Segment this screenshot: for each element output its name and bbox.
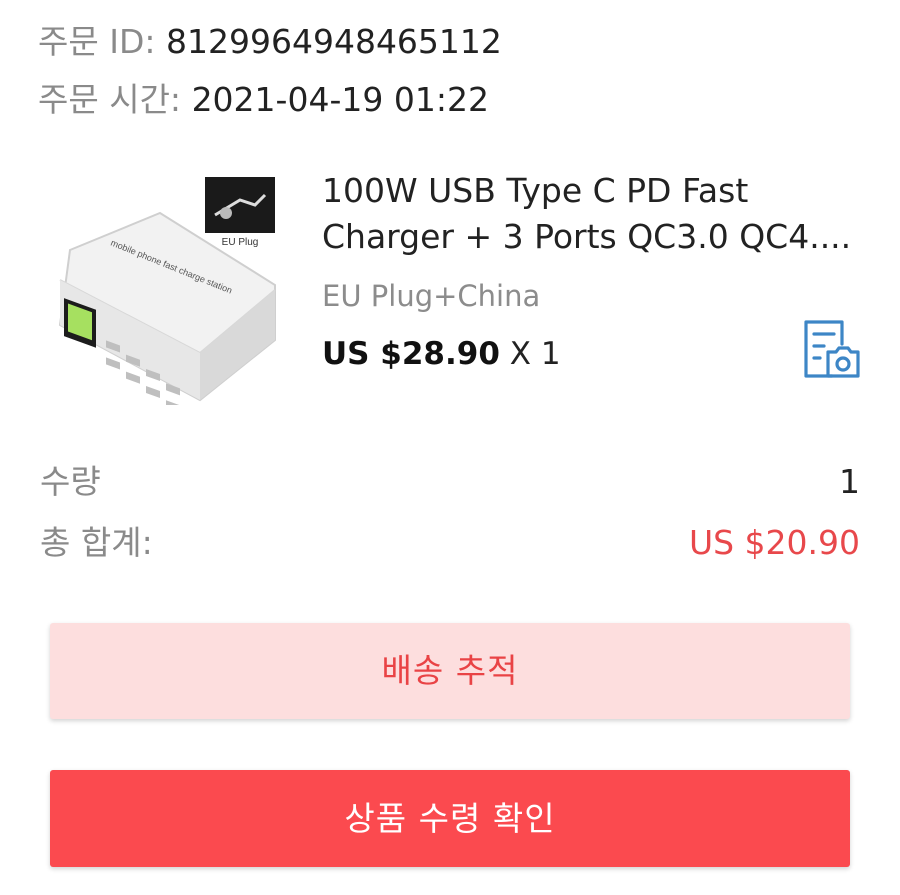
total-value: US $20.90 bbox=[688, 523, 860, 562]
product-title-line-2: Charger + 3 Ports QC3.0 QC4.... bbox=[322, 217, 852, 256]
total-row: 총 합계: US $20.90 bbox=[40, 521, 860, 565]
order-time-row: 주문 시간: 2021-04-19 01:22 bbox=[38, 80, 489, 120]
total-label: 총 합계: bbox=[40, 523, 153, 562]
order-id-value: 8129964948465112 bbox=[165, 22, 502, 61]
order-time-value: 2021-04-19 01:22 bbox=[191, 80, 489, 119]
photo-review-icon[interactable] bbox=[800, 318, 862, 380]
track-shipment-button[interactable]: 배송 추적 bbox=[50, 623, 850, 719]
quantity-row: 수량 1 bbox=[40, 460, 860, 504]
quantity-value: 1 bbox=[839, 462, 860, 501]
product-price: US $28.90 bbox=[322, 336, 500, 372]
product-quantity: X 1 bbox=[509, 336, 561, 372]
product-title[interactable]: 100W USB Type C PD Fast Charger + 3 Port… bbox=[322, 168, 867, 260]
quantity-label: 수량 bbox=[40, 462, 101, 501]
product-image[interactable]: EU Plug mobile phone fast charge station bbox=[50, 175, 300, 405]
product-price-row: US $28.90 X 1 bbox=[322, 332, 561, 376]
order-id-row: 주문 ID: 8129964948465112 bbox=[38, 22, 502, 62]
product-variant: EU Plug+China bbox=[322, 279, 541, 313]
order-id-label: 주문 ID: bbox=[38, 22, 156, 61]
confirm-receipt-button[interactable]: 상품 수령 확인 bbox=[50, 770, 850, 867]
order-time-label: 주문 시간: bbox=[38, 80, 182, 119]
product-title-line-1: 100W USB Type C PD Fast bbox=[322, 171, 749, 210]
plug-badge-text: EU Plug bbox=[222, 237, 259, 248]
